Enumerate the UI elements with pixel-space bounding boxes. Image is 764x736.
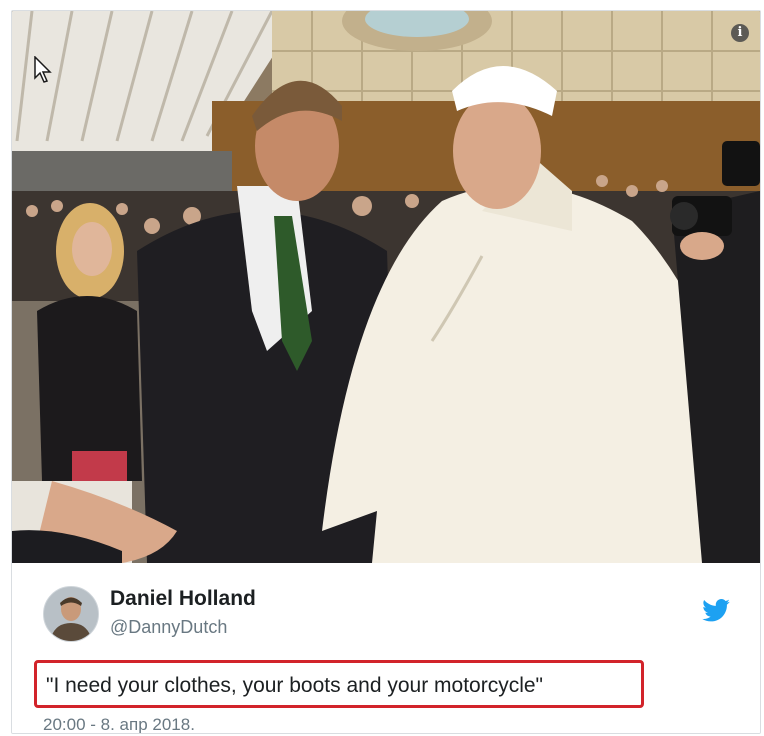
tweet-photo[interactable]: i	[12, 11, 760, 563]
cursor-arrow-icon	[34, 56, 52, 83]
tweet-text-highlight: "I need your clothes, your boots and you…	[34, 660, 644, 708]
info-icon[interactable]: i	[731, 24, 749, 42]
twitter-bird-icon[interactable]	[702, 599, 730, 622]
tweet-timestamp[interactable]: 20:00 - 8. апр 2018.	[43, 715, 195, 733]
avatar[interactable]	[43, 586, 99, 642]
author-display-name[interactable]: Daniel Holland	[110, 587, 256, 611]
tweet-body: Daniel Holland @DannyDutch "I need your …	[12, 563, 760, 733]
tweet-text: "I need your clothes, your boots and you…	[46, 674, 543, 697]
author-handle[interactable]: @DannyDutch	[110, 617, 227, 638]
embedded-tweet-card: i Daniel Holland @DannyDutch "I need you…	[11, 10, 761, 734]
